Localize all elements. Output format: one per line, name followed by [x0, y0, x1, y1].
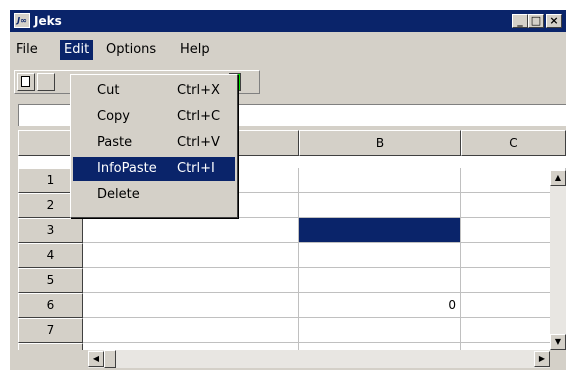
row-header[interactable]: 8 — [18, 343, 83, 350]
menu-item-delete[interactable]: Delete — [73, 183, 235, 207]
menu-item-cut[interactable]: Cut Ctrl+X — [73, 79, 235, 103]
column-header-b[interactable]: B — [299, 130, 461, 156]
cell-a6[interactable] — [83, 293, 299, 318]
menu-options[interactable]: Options — [102, 40, 160, 60]
column-header-c[interactable]: C — [461, 130, 566, 156]
menu-bar: File Edit Options Help — [10, 38, 566, 60]
new-file-button[interactable] — [17, 73, 35, 91]
app-window: J∞ Jeks _ □ × File Edit Options Help B C… — [10, 10, 566, 370]
menu-file[interactable]: File — [12, 40, 42, 60]
edit-menu-dropdown: Cut Ctrl+X Copy Ctrl+C Paste Ctrl+V Info… — [70, 74, 238, 218]
new-file-icon — [21, 76, 30, 87]
cell-b3-selected[interactable] — [299, 218, 461, 243]
menu-item-label: Paste — [97, 135, 133, 150]
menu-item-shortcut: Ctrl+C — [177, 109, 221, 124]
menu-item-copy[interactable]: Copy Ctrl+C — [73, 105, 235, 129]
window-title: Jeks — [34, 14, 62, 28]
row-header[interactable]: 6 — [18, 293, 83, 318]
scroll-left-icon[interactable]: ◀ — [88, 351, 104, 367]
menu-item-infopaste[interactable]: InfoPaste Ctrl+I — [73, 157, 235, 181]
menu-item-label: Copy — [97, 109, 130, 124]
cell-a7[interactable] — [83, 318, 299, 343]
scroll-down-icon[interactable]: ▼ — [550, 334, 566, 350]
cell-b8[interactable] — [299, 343, 461, 350]
menu-item-label: Cut — [97, 83, 120, 98]
title-bar[interactable]: J∞ Jeks _ □ × — [10, 10, 566, 32]
app-logo-icon: J∞ — [14, 13, 30, 28]
close-button[interactable]: × — [546, 14, 562, 28]
menu-item-paste[interactable]: Paste Ctrl+V — [73, 131, 235, 155]
menu-item-shortcut: Ctrl+X — [177, 83, 220, 98]
minimize-button[interactable]: _ — [512, 14, 528, 28]
horizontal-scroll-thumb[interactable] — [104, 350, 116, 368]
cell-a3[interactable] — [83, 218, 299, 243]
row-header[interactable]: 3 — [18, 218, 83, 243]
scroll-right-icon[interactable]: ▶ — [534, 351, 550, 367]
vertical-scrollbar[interactable]: ▲ ▼ — [550, 170, 566, 350]
cell-b1[interactable] — [299, 168, 461, 193]
row-header[interactable]: 4 — [18, 243, 83, 268]
maximize-button[interactable]: □ — [528, 14, 544, 28]
menu-item-label: InfoPaste — [97, 161, 157, 176]
cell-b4[interactable] — [299, 243, 461, 268]
cell-a4[interactable] — [83, 243, 299, 268]
cell-b5[interactable] — [299, 268, 461, 293]
open-file-button[interactable] — [37, 73, 55, 91]
cell-b2[interactable] — [299, 193, 461, 218]
menu-help[interactable]: Help — [176, 40, 214, 60]
cell-b6[interactable]: 0 — [299, 293, 461, 318]
menu-item-shortcut: Ctrl+I — [177, 161, 215, 176]
cell-b7[interactable] — [299, 318, 461, 343]
menu-item-label: Delete — [97, 187, 140, 202]
row-header[interactable]: 7 — [18, 318, 83, 343]
row-header[interactable]: 5 — [18, 268, 83, 293]
cell-a8[interactable] — [83, 343, 299, 350]
horizontal-scrollbar[interactable]: ◀ ▶ — [88, 350, 550, 368]
scroll-up-icon[interactable]: ▲ — [550, 170, 566, 186]
cell-a5[interactable] — [83, 268, 299, 293]
menu-item-shortcut: Ctrl+V — [177, 135, 220, 150]
menu-edit[interactable]: Edit — [60, 40, 94, 60]
